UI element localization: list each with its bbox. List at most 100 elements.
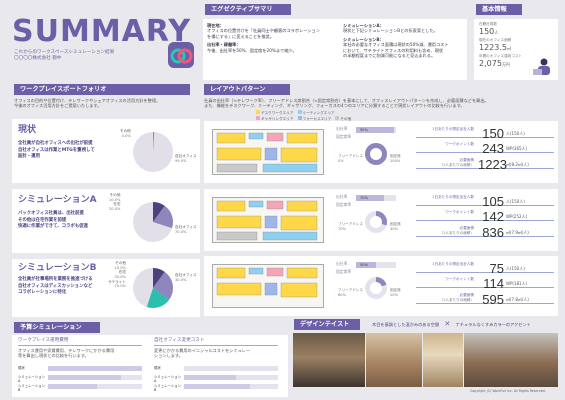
plan-area bbox=[216, 132, 246, 144]
stat-value: 114 bbox=[483, 276, 504, 291]
design-photo bbox=[293, 333, 365, 387]
plan-area bbox=[216, 163, 258, 173]
plan-area bbox=[216, 282, 262, 296]
design-photo bbox=[423, 333, 463, 387]
floor-plan-drawing bbox=[216, 132, 318, 173]
rate-value: 50% bbox=[360, 262, 368, 267]
fixed-pct: 20% bbox=[390, 293, 398, 297]
summary-page: SUMMARY これからのワークスペースシミュレーション結果 〇〇〇〇株式会社 … bbox=[0, 0, 565, 400]
budget-bar-label: シミュレーションA bbox=[154, 375, 181, 384]
stat-value: 595 bbox=[482, 292, 504, 307]
current-line: を場にする」に変えることを推奨。 bbox=[207, 33, 274, 39]
free-pct: 0% bbox=[338, 159, 344, 163]
legend-swatch bbox=[335, 116, 340, 121]
plan-area bbox=[280, 282, 318, 298]
stat-value: 142 bbox=[482, 209, 504, 224]
portfolio-desc-line: 設計・運用 bbox=[18, 154, 40, 160]
portfolio-row-title: シミュレーションB bbox=[18, 263, 97, 273]
stat-unit: 人(150人) bbox=[506, 199, 525, 204]
plan-area bbox=[262, 231, 318, 241]
stat-unit: ㎡(8.2㎡/人) bbox=[506, 162, 529, 167]
stat-value: 243 bbox=[482, 141, 504, 156]
basic-info-card: 在籍社員数 150人 現在のオフィス面積 1223.5㎡ 年間のオフィス運用コス… bbox=[474, 19, 558, 80]
fixed-short: 固定席 bbox=[390, 222, 401, 226]
simB-line: 本社の必要なオフィス面積は現状の50%減、運用コスト bbox=[343, 42, 449, 48]
fixed-donut bbox=[365, 211, 387, 233]
stat-value: 1223 bbox=[478, 157, 507, 172]
plan-area bbox=[264, 215, 278, 229]
exec-summary-header: エグゼクティブサマリ bbox=[205, 4, 291, 15]
legend-swatch bbox=[256, 116, 260, 121]
fixed-short: 固定席 bbox=[390, 154, 401, 158]
stat-label: 必要面積 （1人あたりの面積） bbox=[439, 226, 474, 235]
rate-value: 70% bbox=[360, 195, 368, 200]
portfolio-desc-line: 快適に作業ができて、コラボも促進 bbox=[18, 224, 89, 230]
rate-label: 出社率 bbox=[336, 261, 348, 266]
budget-col2-line: ションします。 bbox=[154, 353, 183, 359]
pie-pct: 0.0% bbox=[121, 133, 131, 138]
fixed-pct: 30% bbox=[390, 227, 398, 231]
design-point: 木目を基調とした温かみのある空間 bbox=[372, 322, 440, 327]
stat-unit: 人(150人) bbox=[506, 131, 525, 136]
rate-value: 95% bbox=[360, 127, 368, 132]
budget-bar-label: シミュレーションB bbox=[18, 384, 45, 393]
stat-label: ワークポイント数 bbox=[445, 210, 474, 214]
legend-swatch bbox=[297, 116, 302, 121]
free-label: フリーアドレス bbox=[338, 288, 364, 292]
portfolio-pie-simB bbox=[133, 268, 174, 308]
fixed-label: 固定席率 bbox=[336, 269, 352, 274]
budget-bar-label: 現状 bbox=[18, 366, 25, 370]
plan-area bbox=[248, 267, 264, 275]
plan-area bbox=[216, 231, 258, 241]
free-label: フリーアドレス bbox=[338, 154, 364, 158]
legend-label: デスクワークエリア bbox=[261, 111, 294, 115]
fixed-short: 固定席 bbox=[390, 288, 401, 292]
donut-fixed bbox=[365, 143, 387, 165]
budget-bar bbox=[184, 384, 278, 389]
budget-col2-underline bbox=[154, 345, 278, 346]
basic-info-header: 基本情報 bbox=[476, 4, 522, 15]
stat-value: 836 bbox=[482, 225, 504, 240]
floor-plan bbox=[212, 264, 324, 308]
portfolio-row-simB: シミュレーションB 全社員が社事場所を業務を推進づける 自社オフィスはディスカッ… bbox=[12, 259, 200, 317]
stat-label: ワークポイント数 bbox=[445, 142, 474, 146]
portfolio-row-title: シミュレーションA bbox=[18, 195, 97, 205]
design-points: 木目を基調とした温かみのある空間 ✕ ナチュラルなくすみカラーのアクセント bbox=[372, 320, 531, 329]
client-name: 〇〇〇〇株式会社 御中 bbox=[14, 55, 62, 61]
pie-pct: 25.0% bbox=[114, 284, 126, 289]
portfolio-pie-simA bbox=[133, 202, 173, 242]
layout-row: 出社率 95% 固定席率 フリーアドレス 0% 固定席 100% 1日あたりの想… bbox=[204, 121, 558, 183]
pie-pct: 20.0% bbox=[109, 207, 121, 212]
plan-area bbox=[262, 163, 318, 173]
portfolio-desc-line: 全社員が社事場所を業務を推進づける bbox=[18, 277, 93, 282]
portfolio-row-current: 現状 全社員が自社オフィスへの出社が前提 自社オフィスは作業とMTGを重視して … bbox=[12, 119, 200, 183]
pie-pct: 30.0% bbox=[175, 277, 187, 282]
portfolio-desc-line: バックオフィス社員は、出社前提 bbox=[18, 211, 84, 216]
budget-bar-label: 現状 bbox=[154, 366, 161, 370]
pie-label: 自社オフィス bbox=[175, 273, 197, 277]
budget-col2-title: 自社オフィス変更コスト bbox=[154, 338, 205, 343]
fixed-donut bbox=[365, 143, 387, 165]
pie-label: 自社オフィス bbox=[175, 225, 197, 229]
floor-plan-drawing bbox=[216, 200, 318, 241]
stat-label: 必要面積 （1人あたりの面積） bbox=[439, 293, 474, 302]
plan-area bbox=[216, 200, 246, 212]
legend-swatch bbox=[256, 110, 260, 114]
portfolio-desc-line: コラボレーションに特化 bbox=[18, 290, 67, 296]
stat-unit: ㎡(7.8㎡/人) bbox=[506, 297, 529, 302]
exec-summary-card: 現在地： オフィスの位置付けを「社員同士や顧客のコラボレーション を場にする」に… bbox=[203, 19, 467, 80]
budget-col1-line: 等を算出し現状との比較を行います。 bbox=[18, 353, 89, 359]
layout-row: 出社率 70% 固定席率 フリーアドレス 70% 固定席 30% 1日あたりの想… bbox=[204, 189, 558, 251]
plan-area bbox=[264, 147, 278, 161]
subtitle: これからのワークスペースシミュレーション結果 〇〇〇〇株式会社 御中 bbox=[14, 50, 114, 62]
pie-label: その他 bbox=[120, 129, 131, 133]
plan-area bbox=[216, 147, 262, 161]
stat-label: 1日あたりの想定出社人数 bbox=[432, 262, 474, 266]
annual-cost: 2,075 bbox=[479, 58, 502, 68]
plan-area bbox=[264, 282, 278, 296]
budget-bar-label: シミュレーションB bbox=[154, 384, 181, 393]
pie-pct: 99.0% bbox=[175, 158, 187, 163]
copyright: Copyright (C) WorkFair Inc. All Rights R… bbox=[470, 389, 546, 393]
page-title: SUMMARY bbox=[12, 14, 192, 49]
design-photo bbox=[366, 333, 422, 387]
